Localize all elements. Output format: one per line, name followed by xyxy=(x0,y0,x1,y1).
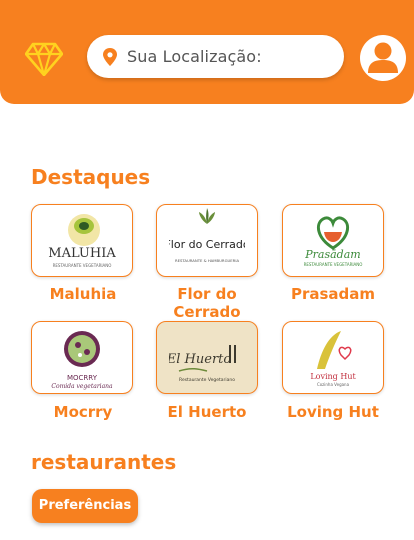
logo-subtext: RESTAURANTE VEGETARIANO xyxy=(304,262,363,267)
logo-text: Loving Hut xyxy=(310,372,356,381)
featured-name[interactable]: Prasadam xyxy=(268,285,398,303)
section-title-featured: Destaques xyxy=(31,165,151,189)
featured-tile-loving-hut[interactable]: Loving Hut Cozinha Vegana xyxy=(282,321,384,394)
featured-name[interactable]: El Huerto xyxy=(142,403,272,421)
prasadam-logo: Prasādam RESTAURANTE VEGETARIANO xyxy=(304,216,363,267)
mocrry-logo: MOCRRY Comida vegetariana xyxy=(51,331,113,390)
user-icon xyxy=(368,42,398,73)
featured-tile-el-huerto[interactable]: El Huerto Restaurante Vegetariano xyxy=(156,321,258,394)
loving-hut-logo: Loving Hut Cozinha Vegana xyxy=(310,331,356,387)
section-title-restaurants: restaurantes xyxy=(31,450,177,474)
el-huerto-logo: El Huerto Restaurante Vegetariano xyxy=(169,345,236,383)
location-search-input[interactable]: Sua Localização: xyxy=(87,35,344,78)
logo-text: MALUHIA xyxy=(48,246,116,261)
logo-subtext: Cozinha Vegana xyxy=(317,382,350,387)
featured-tile-prasadam[interactable]: Prasādam RESTAURANTE VEGETARIANO xyxy=(282,204,384,277)
featured-name[interactable]: Maluhia xyxy=(18,285,148,303)
profile-avatar[interactable] xyxy=(360,35,406,81)
featured-tile-flor-do-cerrado[interactable]: Flor do Cerrado RESTAURANTE & HAMBURGUER… xyxy=(156,204,258,277)
featured-tile-maluhia[interactable]: MALUHIA RESTAURANTE VEGETARIANO xyxy=(31,204,133,277)
maluhia-logo: MALUHIA RESTAURANTE VEGETARIANO xyxy=(48,214,116,268)
flor-do-cerrado-logo: Flor do Cerrado RESTAURANTE & HAMBURGUER… xyxy=(169,208,245,263)
logo-text: Prasādam xyxy=(304,248,360,261)
logo-subtext: Restaurante Vegetariano xyxy=(179,377,235,383)
logo-subtext: Comida vegetariana xyxy=(51,383,113,390)
diamond-icon[interactable] xyxy=(25,42,63,76)
featured-name[interactable]: Mocrry xyxy=(18,403,148,421)
featured-name[interactable]: Flor do Cerrado xyxy=(142,285,272,321)
top-header: Sua Localização: xyxy=(0,0,414,104)
featured-tile-mocrry[interactable]: MOCRRY Comida vegetariana xyxy=(31,321,133,394)
logo-text: Flor do Cerrado xyxy=(169,238,245,251)
featured-name[interactable]: Loving Hut xyxy=(268,403,398,421)
preferences-button[interactable]: Preferências xyxy=(32,489,138,523)
location-pin-icon xyxy=(103,48,117,66)
logo-text: MOCRRY xyxy=(67,374,98,382)
logo-text: El Huerto xyxy=(169,352,231,367)
search-placeholder: Sua Localização: xyxy=(127,47,262,66)
logo-subtext: RESTAURANTE VEGETARIANO xyxy=(53,263,112,268)
logo-subtext: RESTAURANTE & HAMBURGUERIA xyxy=(175,258,239,263)
